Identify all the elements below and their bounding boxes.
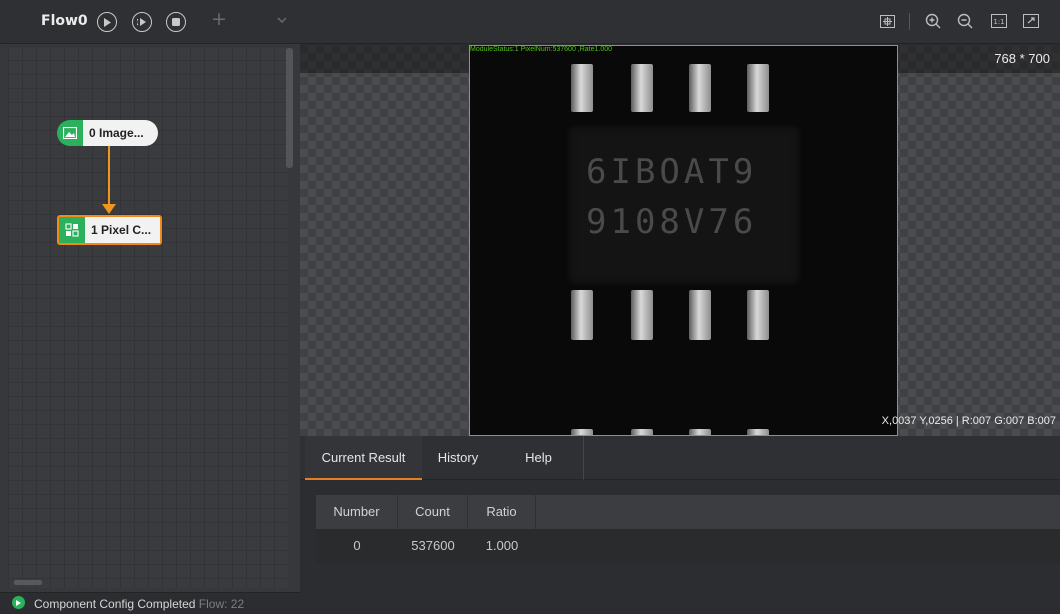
column-header-number[interactable]: Number xyxy=(316,495,398,529)
image-resolution: 768 * 700 xyxy=(994,51,1050,66)
chip-pin xyxy=(571,429,593,435)
chip-pin xyxy=(689,429,711,435)
chip-pin xyxy=(571,290,593,340)
cell-number: 0 xyxy=(353,538,361,553)
chip-pin xyxy=(747,64,769,112)
pixel-coordinate-readout: X,0037 Y,0256 | R:007 G:007 B:007 xyxy=(881,415,1056,427)
status-message: Component Config Completed Flow: 22 xyxy=(34,597,244,611)
svg-text:1:1: 1:1 xyxy=(993,18,1004,26)
vertical-scrollbar[interactable] xyxy=(286,48,293,168)
chip-pin xyxy=(747,429,769,435)
chip-pin xyxy=(631,290,653,340)
table-header-row: Number Count Ratio xyxy=(316,495,1060,529)
chip-mark-line-2: 9108V76 xyxy=(586,202,758,242)
fit-window-icon[interactable] xyxy=(1022,12,1040,30)
flow-toolbar: Flow0 + xyxy=(0,0,300,44)
status-text: Component Config Completed xyxy=(34,597,196,611)
chip-pin xyxy=(631,64,653,112)
chip-mark-line-1: 6IBOAT9 xyxy=(586,152,758,192)
column-header-count[interactable]: Count xyxy=(398,495,468,529)
table-row[interactable]: 0 537600 1.000 xyxy=(316,529,1060,563)
actual-size-icon[interactable]: 1:1 xyxy=(990,12,1008,30)
roi-display-icon[interactable] xyxy=(878,12,896,30)
run-once-icon[interactable] xyxy=(97,12,117,32)
chip-pin xyxy=(747,290,769,340)
connector-arrow xyxy=(102,204,116,214)
zoom-out-icon[interactable] xyxy=(956,12,974,30)
tab-help[interactable]: Help xyxy=(494,436,584,480)
status-suffix: Flow: 22 xyxy=(198,597,245,611)
chip-body: 6IBOAT9 9108V76 xyxy=(566,124,802,286)
play-status-icon xyxy=(12,596,25,609)
image-icon xyxy=(57,120,83,146)
tab-history[interactable]: History xyxy=(422,436,494,480)
image-toolbar: 1:1 xyxy=(300,0,1060,44)
tab-current-result[interactable]: Current Result xyxy=(305,436,422,480)
horizontal-scrollbar[interactable] xyxy=(14,580,42,585)
node-pixel-count[interactable]: 1 Pixel C... xyxy=(57,215,162,245)
chip-pin xyxy=(689,290,711,340)
result-tabs: Current Result History Help xyxy=(300,436,1060,480)
add-flow-icon[interactable]: + xyxy=(211,8,227,30)
zoom-in-icon[interactable] xyxy=(924,12,942,30)
module-status-overlay: ModuleStatus:1 PixelNum:537600 ,Rate1.00… xyxy=(470,46,613,53)
stop-icon[interactable] xyxy=(166,12,186,32)
node-image-source[interactable]: 0 Image... xyxy=(57,120,158,146)
column-header-ratio[interactable]: Ratio xyxy=(468,495,536,529)
node-connector xyxy=(108,146,110,206)
node-label: 0 Image... xyxy=(83,120,158,146)
run-loop-icon[interactable] xyxy=(132,12,152,32)
cell-ratio: 1.000 xyxy=(485,538,519,553)
chip-pin xyxy=(571,64,593,112)
pixel-count-icon xyxy=(59,217,85,243)
flow-title: Flow0 xyxy=(41,13,88,29)
cell-count: 537600 xyxy=(411,538,455,553)
node-label: 1 Pixel C... xyxy=(85,217,160,243)
chip-pin xyxy=(631,429,653,435)
result-panel: Number Count Ratio 0 537600 1.000 xyxy=(300,480,1060,614)
image-viewer[interactable]: ModuleStatus:1 PixelNum:537600 ,Rate1.00… xyxy=(300,45,1060,436)
chip-pin xyxy=(689,64,711,112)
result-table: Number Count Ratio 0 537600 1.000 xyxy=(316,495,1060,563)
chevron-down-icon[interactable] xyxy=(276,14,288,26)
toolbar-separator xyxy=(909,13,910,30)
flow-panel: Flow0 + 0 Image... 1 Pixel C... Componen… xyxy=(0,0,300,614)
camera-image[interactable]: ModuleStatus:1 PixelNum:537600 ,Rate1.00… xyxy=(469,45,898,436)
